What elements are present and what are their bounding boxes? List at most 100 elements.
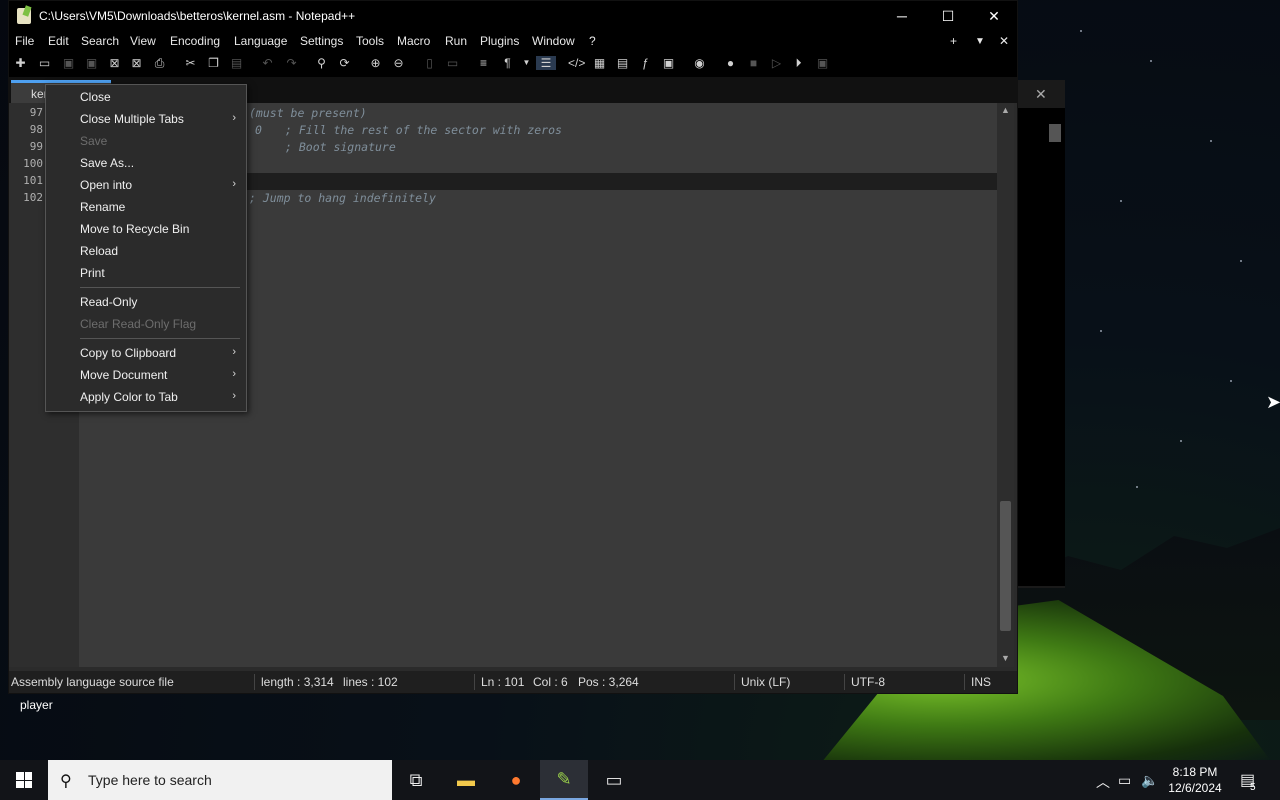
menu-language[interactable]: Language — [234, 34, 287, 48]
menu-encoding[interactable]: Encoding — [170, 34, 220, 48]
language-xml-icon[interactable]: </> — [568, 56, 585, 70]
network-icon[interactable]: ▭ — [1118, 772, 1131, 789]
minimize-button[interactable]: ─ — [879, 1, 925, 31]
vertical-scrollbar[interactable]: ▲ ▼ — [997, 103, 1014, 667]
cut-icon[interactable]: ✂ — [183, 56, 198, 70]
ctx-close-multiple-tabs[interactable]: Close Multiple Tabs — [80, 112, 184, 126]
taskbar-search-box[interactable]: ⚲ Type here to search — [48, 760, 392, 800]
status-lines: lines : 102 — [343, 675, 398, 689]
show-symbol-dropdown-icon[interactable]: ▼ — [519, 56, 534, 70]
star — [1150, 60, 1152, 62]
taskbar: ⚲ Type here to search ⧉ ▬ ● ✎ ▭ ︿ ▭ 🔈 8:… — [0, 760, 1280, 800]
word-wrap-icon[interactable]: ≡ — [476, 56, 491, 70]
menu-help[interactable]: ? — [589, 34, 596, 48]
document-map-icon[interactable]: ▦ — [592, 56, 607, 70]
ctx-save: Save — [80, 134, 108, 148]
file-explorer-icon[interactable]: ▬ — [442, 760, 490, 800]
star — [1210, 140, 1212, 142]
find-icon[interactable]: ⚲ — [314, 56, 329, 70]
new-tab-plus-icon[interactable]: + — [950, 34, 957, 48]
scroll-thumb[interactable] — [1000, 501, 1011, 631]
background-window[interactable]: ✕ — [1016, 80, 1065, 588]
ctx-move-to-recycle-bin[interactable]: Move to Recycle Bin — [80, 222, 189, 236]
sync-vertical-icon[interactable]: ▯ — [422, 56, 437, 70]
menu-search[interactable]: Search — [81, 34, 119, 48]
menu-edit[interactable]: Edit — [48, 34, 69, 48]
sync-horizontal-icon[interactable]: ▭ — [445, 56, 460, 70]
menu-window[interactable]: Window — [532, 34, 575, 48]
paste-icon[interactable]: ▤ — [229, 56, 244, 70]
play-macro-icon[interactable]: ▷ — [769, 56, 784, 70]
close-all-icon[interactable]: ⊠ — [129, 56, 144, 70]
firefox-icon[interactable]: ● — [492, 760, 540, 800]
ctx-apply-color-to-tab[interactable]: Apply Color to Tab — [80, 390, 178, 404]
status-insert-mode[interactable]: INS — [971, 675, 991, 689]
star — [1230, 380, 1232, 382]
undo-icon[interactable]: ↶ — [260, 56, 275, 70]
status-encoding[interactable]: UTF-8 — [851, 675, 885, 689]
menu-view[interactable]: View — [130, 34, 156, 48]
ctx-print[interactable]: Print — [80, 266, 105, 280]
save-icon[interactable]: ▣ — [61, 56, 76, 70]
status-file-type: Assembly language source file — [11, 675, 174, 689]
open-file-icon[interactable]: ▭ — [37, 56, 52, 70]
menu-file[interactable]: File — [15, 34, 34, 48]
folder-as-workspace-icon[interactable]: ▣ — [661, 56, 676, 70]
monitoring-icon[interactable]: ◉ — [692, 56, 707, 70]
line-number: 97 — [29, 106, 43, 119]
background-window-close-icon[interactable]: ✕ — [1035, 86, 1047, 103]
system-clock[interactable]: 8:18 PM 12/6/2024 — [1160, 764, 1230, 796]
star — [1120, 200, 1122, 202]
close-file-icon[interactable]: ⊠ — [107, 56, 122, 70]
show-hidden-icons-icon[interactable]: ︿ — [1096, 772, 1110, 792]
ctx-rename[interactable]: Rename — [80, 200, 125, 214]
save-all-icon[interactable]: ▣ — [84, 56, 99, 70]
ctx-copy-to-clipboard[interactable]: Copy to Clipboard — [80, 346, 176, 360]
ctx-clear-read-only-flag: Clear Read-Only Flag — [80, 317, 197, 331]
ctx-move-document[interactable]: Move Document — [80, 368, 167, 382]
close-tab-icon[interactable]: ✕ — [999, 34, 1009, 48]
ctx-open-into[interactable]: Open into — [80, 178, 132, 192]
run-macro-multiple-icon[interactable]: ⏵ — [791, 56, 806, 70]
function-list-icon[interactable]: ƒ — [638, 56, 653, 70]
print-icon[interactable]: ⎙ — [152, 56, 167, 70]
menu-settings[interactable]: Settings — [300, 34, 343, 48]
indent-guide-icon[interactable]: ☰ — [536, 56, 556, 70]
redo-icon[interactable]: ↷ — [284, 56, 299, 70]
menu-tools[interactable]: Tools — [356, 34, 384, 48]
volume-muted-icon[interactable]: 🔈 — [1141, 772, 1158, 789]
menu-plugins[interactable]: Plugins — [480, 34, 519, 48]
show-all-characters-icon[interactable]: ¶ — [500, 56, 515, 70]
menu-run[interactable]: Run — [445, 34, 467, 48]
desktop-icon-label[interactable]: player — [20, 698, 53, 712]
search-placeholder: Type here to search — [88, 772, 212, 788]
submenu-arrow-icon: › — [232, 112, 236, 124]
scroll-down-icon[interactable]: ▼ — [1001, 653, 1010, 663]
start-button[interactable] — [0, 760, 48, 800]
background-window-scroll-thumb[interactable] — [1049, 124, 1061, 142]
maximize-button[interactable]: ☐ — [925, 1, 971, 31]
ctx-reload[interactable]: Reload — [80, 244, 118, 258]
zoom-out-icon[interactable]: ⊖ — [391, 56, 406, 70]
close-window-button[interactable]: ✕ — [971, 1, 1017, 31]
copy-icon[interactable]: ❐ — [206, 56, 221, 70]
ctx-save-as[interactable]: Save As... — [80, 156, 134, 170]
title-bar[interactable]: C:\Users\VM5\Downloads\betteros\kernel.a… — [9, 1, 1017, 31]
document-list-icon[interactable]: ▤ — [615, 56, 630, 70]
notepadpp-taskbar-icon[interactable]: ✎ — [540, 760, 588, 800]
new-file-icon[interactable]: ✚ — [13, 56, 28, 70]
tab-list-dropdown-icon[interactable]: ▼ — [975, 36, 985, 47]
stop-macro-icon[interactable]: ■ — [746, 56, 761, 70]
scroll-up-icon[interactable]: ▲ — [1001, 105, 1010, 115]
replace-icon[interactable]: ⟳ — [337, 56, 352, 70]
task-view-icon[interactable]: ⧉ — [392, 760, 440, 800]
save-macro-icon[interactable]: ▣ — [815, 56, 830, 70]
ctx-close[interactable]: Close — [80, 90, 111, 104]
terminal-icon[interactable]: ▭ — [590, 760, 638, 800]
clock-time: 8:18 PM — [1172, 765, 1218, 779]
zoom-in-icon[interactable]: ⊕ — [368, 56, 383, 70]
menu-macro[interactable]: Macro — [397, 34, 430, 48]
record-macro-icon[interactable]: ● — [723, 56, 738, 70]
status-eol[interactable]: Unix (LF) — [741, 675, 790, 689]
ctx-read-only[interactable]: Read-Only — [80, 295, 137, 309]
